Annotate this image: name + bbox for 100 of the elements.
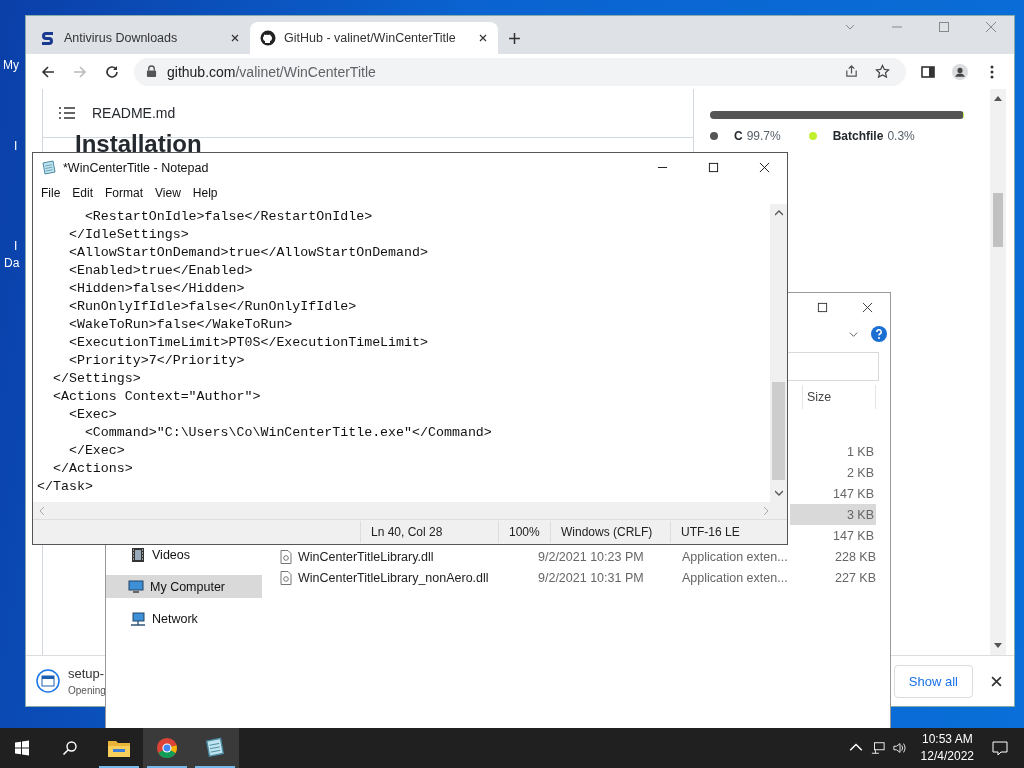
menu-item[interactable]: View: [149, 186, 187, 201]
desktop-icon-label[interactable]: My: [3, 58, 19, 72]
code-line: </Actions>: [51, 459, 134, 478]
code-line: </Exec>: [67, 441, 126, 460]
network-icon[interactable]: [870, 741, 885, 755]
menu-item[interactable]: Format: [99, 186, 150, 201]
scrollbar[interactable]: [770, 203, 787, 503]
taskbar-app[interactable]: [191, 728, 239, 768]
download-filename: setup-: [68, 666, 106, 681]
language-name[interactable]: C: [734, 129, 743, 143]
browser-tab[interactable]: GitHub - valinet/WinCenterTitle: [250, 22, 498, 54]
scrollbar[interactable]: [990, 89, 1006, 655]
close-icon[interactable]: [759, 162, 770, 174]
taskbar-app[interactable]: [143, 728, 191, 768]
scroll-down-arrow-icon[interactable]: [994, 643, 1002, 649]
file-size[interactable]: 147 KB: [790, 483, 876, 504]
code-line: <Command>"C:\Users\Co\WinCenterTitle.exe"</Command>: [83, 423, 493, 442]
nav-item[interactable]: Videos: [106, 543, 262, 566]
profile-avatar-icon[interactable]: [952, 63, 968, 80]
dll-file-icon: [280, 549, 292, 564]
help-icon[interactable]: [871, 326, 887, 342]
code-line: <WakeToRun>false</WakeToRun>: [67, 315, 294, 334]
file-name: WinCenterTitleLibrary_nonAero.dll: [298, 570, 489, 585]
code-line: <Priority>7</Priority>: [67, 351, 246, 370]
code-line: </IdleSettings>: [67, 225, 190, 244]
file-size[interactable]: 3 KB: [790, 504, 876, 525]
nav-item[interactable]: Network: [106, 607, 262, 630]
clock[interactable]: 10:53 AM 12/4/2022: [920, 731, 974, 765]
file-date: 9/2/2021 10:31 PM: [538, 570, 644, 585]
browser-tab[interactable]: Antivirus Downloads: [30, 22, 250, 54]
file-name: WinCenterTitleLibrary.dll: [298, 549, 434, 564]
chrome-logo-icon: [155, 737, 179, 759]
file-row[interactable]: WinCenterTitleLibrary_nonAero.dll 9/2/2021 10:31 PM Application exten... 227 KB: [280, 567, 890, 588]
site-logo-icon: [40, 30, 56, 46]
lock-icon: [146, 65, 157, 78]
status-field: Windows (CRLF): [550, 521, 670, 544]
close-tab-icon[interactable]: [478, 33, 488, 43]
file-row[interactable]: WinCenterTitleLibrary.dll 9/2/2021 10:23 PM Application exten... 228 KB: [280, 546, 890, 567]
close-icon[interactable]: [991, 675, 1002, 687]
code-line: <RestartOnIdle>false</RestartOnIdle>: [83, 207, 374, 226]
status-field: UTF-16 LE: [670, 521, 787, 544]
maximize-icon[interactable]: [817, 301, 828, 313]
file-size[interactable]: 2 KB: [790, 462, 876, 483]
computer-icon: [128, 578, 144, 595]
close-tab-icon[interactable]: [230, 33, 240, 43]
code-line: </Task>: [37, 477, 94, 496]
share-icon[interactable]: [844, 64, 859, 79]
window-title: *WinCenterTitle - Notepad: [63, 160, 209, 175]
code-line: <Hidden>false</Hidden>: [67, 279, 246, 298]
notepad-icon: [203, 737, 227, 759]
side-panel-icon[interactable]: [920, 63, 936, 80]
section-heading: Installation: [75, 130, 203, 158]
notification-icon[interactable]: [992, 740, 1008, 756]
download-status: Opening: [68, 685, 106, 696]
code-line: <Enabled>true</Enabled>: [67, 261, 254, 280]
list-icon[interactable]: [59, 107, 75, 119]
file-size: 227 KB: [835, 570, 876, 585]
file-type: Application exten...: [682, 570, 788, 585]
film-icon: [130, 546, 146, 563]
network-icon: [130, 610, 146, 627]
new-tab-icon[interactable]: [508, 32, 521, 45]
code-line: </Settings>: [51, 369, 142, 388]
reload-icon[interactable]: [104, 63, 120, 80]
nav-item[interactable]: My Computer: [106, 575, 262, 598]
windows-start-icon[interactable]: [14, 740, 30, 756]
column-header[interactable]: Size: [802, 385, 876, 409]
status-field: 100%: [498, 521, 550, 544]
installer-file-icon[interactable]: [36, 669, 60, 693]
language-percent: 0.3%: [887, 129, 915, 143]
menu-item[interactable]: File: [35, 186, 67, 201]
file-size: 228 KB: [835, 549, 876, 564]
show-all-button[interactable]: Show all: [893, 664, 973, 698]
readme-filename: README.md: [92, 105, 176, 121]
status-field: Ln 40, Col 28: [360, 521, 498, 544]
desktop-icon-label[interactable]: I: [14, 139, 18, 153]
code-line: <ExecutionTimeLimit>PT0S</ExecutionTimeLimit>: [67, 333, 429, 352]
code-line: <Actions Context="Author">: [51, 387, 262, 406]
volume-icon[interactable]: [892, 741, 907, 755]
address-bar[interactable]: github.com/valinet/WinCenterTitle: [134, 57, 906, 86]
close-icon[interactable]: [862, 301, 873, 313]
search-icon[interactable]: [62, 740, 78, 756]
star-icon[interactable]: [875, 64, 890, 79]
file-size[interactable]: 147 KB: [790, 525, 876, 546]
file-type: Application exten...: [682, 549, 788, 564]
desktop-icon-label[interactable]: I: [14, 239, 18, 253]
code-line: <RunOnlyIfIdle>false</RunOnlyIfIdle>: [67, 297, 358, 316]
dll-file-icon: [280, 570, 292, 585]
menu-item[interactable]: Help: [186, 186, 224, 201]
scroll-up-arrow-icon[interactable]: [994, 95, 1002, 101]
desktop-icon-label[interactable]: Da: [4, 256, 20, 270]
menu-item[interactable]: Edit: [66, 186, 100, 201]
back-arrow-icon[interactable]: [40, 63, 56, 80]
scroll-thumb[interactable]: [772, 382, 785, 481]
language-percent: 99.7%: [746, 129, 781, 143]
scroll-thumb[interactable]: [993, 193, 1003, 247]
maximize-icon[interactable]: [708, 162, 719, 174]
code-line: <Exec>: [67, 405, 118, 424]
code-line: <AllowStartOnDemand>true</AllowStartOnDemand>: [67, 243, 429, 262]
file-size[interactable]: 1 KB: [790, 441, 876, 462]
language-name[interactable]: Batchfile: [832, 129, 884, 143]
